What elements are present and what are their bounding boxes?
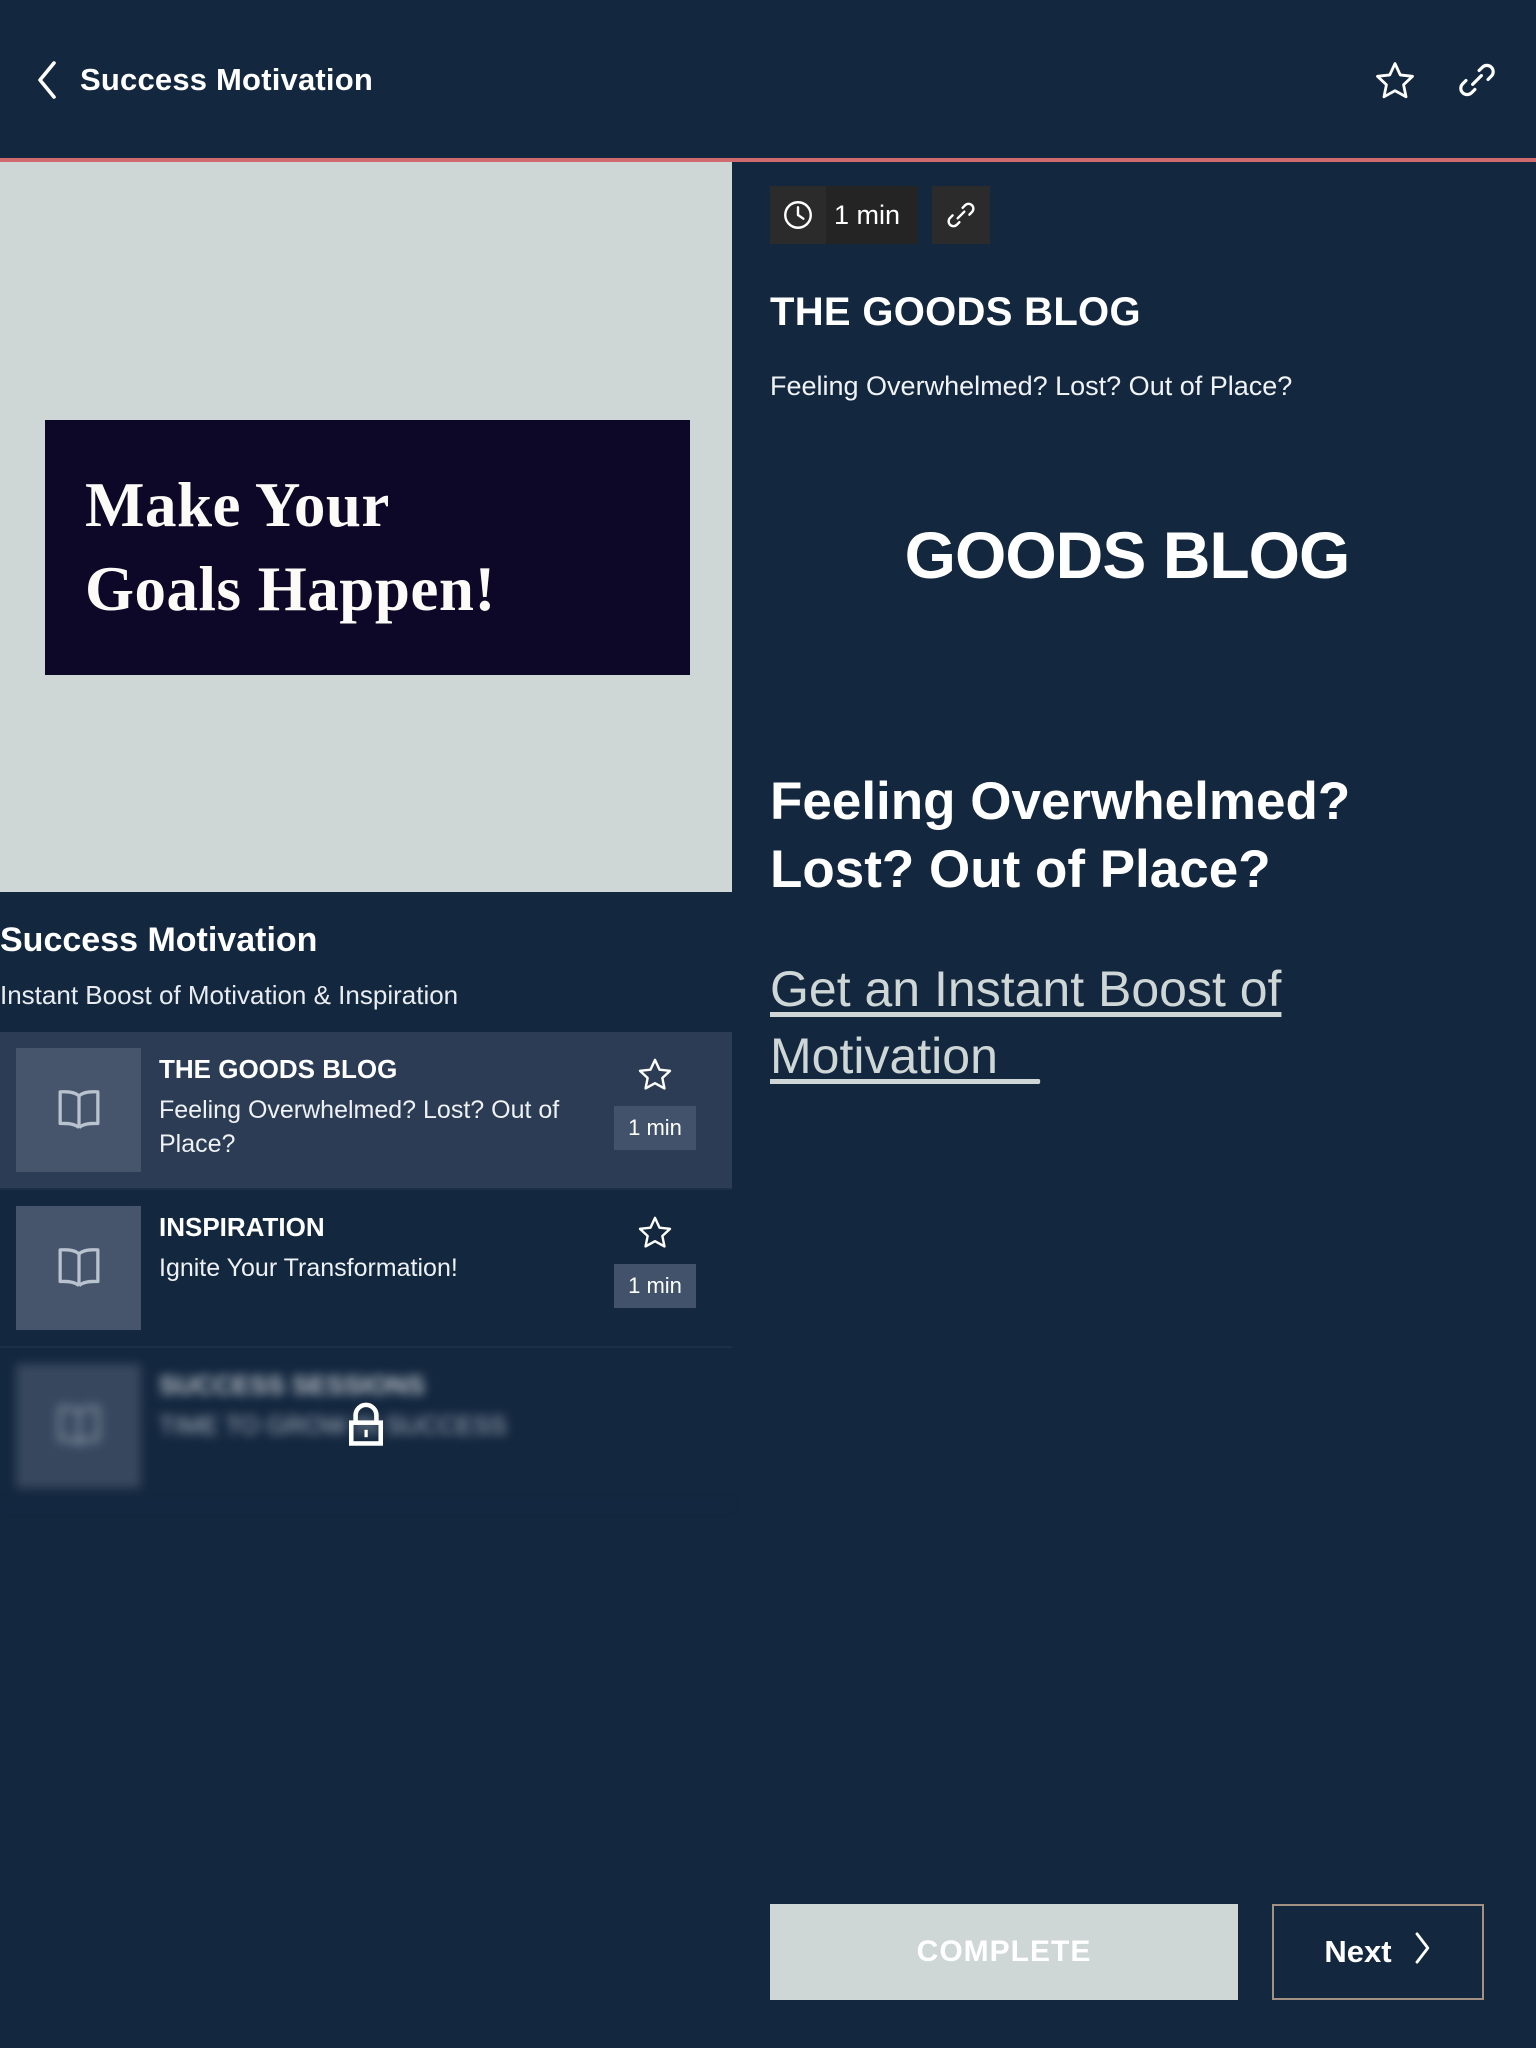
reading-time-label: 1 min (826, 186, 919, 244)
list-item: SUCCESS SESSIONS TIME TO GROW IN SUCCESS (0, 1348, 732, 1506)
chevron-left-icon[interactable] (30, 57, 64, 103)
course-title: Success Motivation (0, 921, 318, 959)
article-body-heading: Feeling Overwhelmed? Lost? Out of Place? (770, 772, 1351, 900)
star-icon[interactable] (635, 1212, 675, 1252)
list-item-kicker: THE GOODS BLOG (159, 1053, 398, 1084)
open-book-icon (16, 1205, 141, 1330)
list-item-text: INSPIRATION Ignite Your Transformation! (159, 1206, 596, 1285)
clock-icon (770, 186, 826, 244)
list-item-kicker: INSPIRATION (159, 1211, 325, 1242)
chevron-right-icon (1412, 1931, 1432, 1973)
hero-line-1: Make Your (85, 470, 390, 541)
open-book-icon (16, 1363, 141, 1488)
list-item-aside (596, 1364, 714, 1370)
list-item-description: Feeling Overwhelmed? Lost? Out of Place? (159, 1096, 560, 1159)
course-meta: Success Motivation Instant Boost of Moti… (0, 892, 732, 1032)
hero-line-2: Goals Happen! (85, 553, 496, 624)
complete-button[interactable]: COMPLETE (770, 1904, 1238, 2000)
content-columns: Make Your Goals Happen! Success Motivati… (0, 162, 1536, 2048)
list-item-aside: 1 min (596, 1048, 714, 1150)
top-bar: Success Motivation (0, 0, 1536, 160)
article-panel: 1 min THE GOODS BLOG Feeling Overwhelmed… (732, 162, 1536, 2048)
list-item-text: THE GOODS BLOG Feeling Overwhelmed? Lost… (159, 1048, 596, 1161)
lesson-list: THE GOODS BLOG Feeling Overwhelmed? Lost… (0, 1031, 732, 1506)
article-cta-link[interactable]: Get an Instant Boost of Motivation _ (770, 956, 1460, 1090)
article-kicker: THE GOODS BLOG (770, 290, 1141, 334)
duration-badge: 1 min (614, 1263, 696, 1308)
article-meta-row: 1 min (770, 186, 1484, 244)
link-icon[interactable] (932, 186, 991, 244)
list-item-kicker: SUCCESS SESSIONS (159, 1369, 425, 1400)
list-item[interactable]: INSPIRATION Ignite Your Transformation! … (0, 1190, 732, 1348)
list-item-aside: 1 min (596, 1206, 714, 1308)
lesson-page: Success Motivation Make Your Goals Happe… (0, 0, 1536, 2048)
hero-image: Make Your Goals Happen! (0, 162, 732, 892)
top-bar-actions (1372, 57, 1500, 103)
article-subtitle: Feeling Overwhelmed? Lost? Out of Place? (770, 371, 1293, 401)
list-item[interactable]: THE GOODS BLOG Feeling Overwhelmed? Lost… (0, 1031, 732, 1190)
next-button-label: Next (1324, 1934, 1392, 1969)
open-book-icon (16, 1047, 141, 1172)
star-icon[interactable] (635, 1054, 675, 1094)
brand-logo: GOODS BLOG (904, 518, 1351, 593)
link-icon[interactable] (1454, 57, 1500, 103)
list-item-description: Ignite Your Transformation! (159, 1254, 458, 1283)
course-subtitle: Instant Boost of Motivation & Inspiratio… (0, 980, 459, 1011)
next-button[interactable]: Next (1272, 1904, 1484, 2000)
page-title: Success Motivation (80, 62, 374, 97)
footer-actions: COMPLETE Next (770, 1904, 1484, 2000)
hero-text-band: Make Your Goals Happen! (45, 420, 690, 675)
list-item-text: SUCCESS SESSIONS TIME TO GROW IN SUCCESS (159, 1364, 596, 1443)
duration-badge: 1 min (614, 1105, 696, 1150)
left-column: Make Your Goals Happen! Success Motivati… (0, 162, 732, 2048)
locked-list-item-wrapper: SUCCESS SESSIONS TIME TO GROW IN SUCCESS (0, 1348, 732, 1506)
list-item-description: TIME TO GROW IN SUCCESS (159, 1412, 507, 1441)
top-bar-left: Success Motivation (30, 57, 373, 103)
reading-time-badge: 1 min (770, 186, 919, 244)
star-icon[interactable] (1372, 57, 1418, 103)
right-column: 1 min THE GOODS BLOG Feeling Overwhelmed… (732, 162, 1536, 2048)
